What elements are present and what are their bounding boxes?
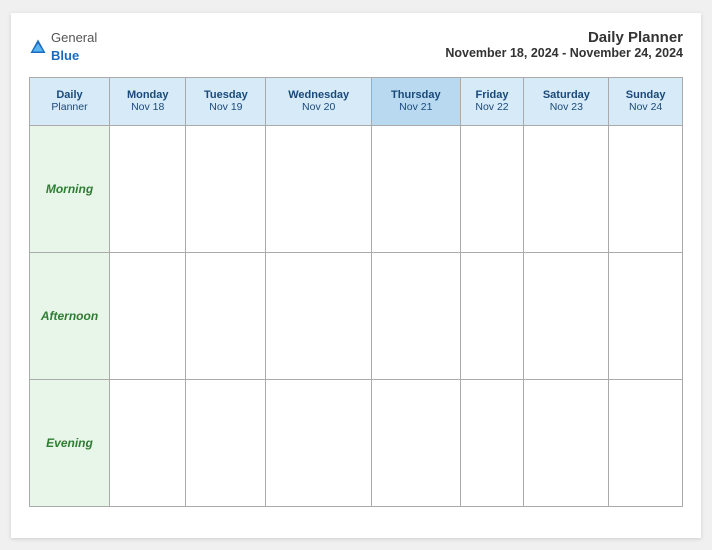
logo-text: General Blue: [51, 29, 97, 65]
morning-tuesday[interactable]: [186, 125, 266, 252]
morning-sunday[interactable]: [609, 125, 683, 252]
col-header-tuesday: Tuesday Nov 19: [186, 77, 266, 125]
evening-sunday[interactable]: [609, 379, 683, 506]
evening-saturday[interactable]: [524, 379, 609, 506]
logo-general: General: [51, 30, 97, 45]
logo-area: General Blue: [29, 29, 97, 65]
generalblue-logo-icon: [29, 38, 47, 56]
afternoon-monday[interactable]: [110, 252, 186, 379]
evening-thursday[interactable]: [372, 379, 460, 506]
col-label-top: Daily: [34, 89, 105, 101]
sunday-label: Sunday: [613, 89, 678, 101]
friday-label: Friday: [465, 89, 520, 101]
afternoon-saturday[interactable]: [524, 252, 609, 379]
col-header-friday: Friday Nov 22: [460, 77, 524, 125]
evening-wednesday[interactable]: [266, 379, 372, 506]
evening-tuesday[interactable]: [186, 379, 266, 506]
morning-friday[interactable]: [460, 125, 524, 252]
afternoon-label-cell: Afternoon: [30, 252, 110, 379]
evening-monday[interactable]: [110, 379, 186, 506]
col-header-monday: Monday Nov 18: [110, 77, 186, 125]
morning-saturday[interactable]: [524, 125, 609, 252]
col-label-bottom: Planner: [34, 101, 105, 113]
afternoon-tuesday[interactable]: [186, 252, 266, 379]
thursday-label: Thursday: [376, 89, 455, 101]
afternoon-thursday[interactable]: [372, 252, 460, 379]
morning-wednesday[interactable]: [266, 125, 372, 252]
wednesday-label: Wednesday: [270, 89, 367, 101]
col-header-saturday: Saturday Nov 23: [524, 77, 609, 125]
sunday-date: Nov 24: [613, 101, 678, 113]
evening-row: Evening: [30, 379, 683, 506]
afternoon-wednesday[interactable]: [266, 252, 372, 379]
morning-monday[interactable]: [110, 125, 186, 252]
header: General Blue Daily Planner November 18, …: [29, 29, 683, 65]
saturday-label: Saturday: [528, 89, 604, 101]
afternoon-row: Afternoon: [30, 252, 683, 379]
tuesday-date: Nov 19: [190, 101, 261, 113]
planner-page: General Blue Daily Planner November 18, …: [11, 13, 701, 538]
friday-date: Nov 22: [465, 101, 520, 113]
col-header-sunday: Sunday Nov 24: [609, 77, 683, 125]
tuesday-label: Tuesday: [190, 89, 261, 101]
title-area: Daily Planner November 18, 2024 - Novemb…: [445, 29, 683, 60]
planner-date-range: November 18, 2024 - November 24, 2024: [445, 46, 683, 60]
morning-label-cell: Morning: [30, 125, 110, 252]
morning-row: Morning: [30, 125, 683, 252]
header-row: Daily Planner Monday Nov 18 Tuesday Nov …: [30, 77, 683, 125]
planner-title: Daily Planner: [445, 29, 683, 46]
afternoon-sunday[interactable]: [609, 252, 683, 379]
col-header-thursday: Thursday Nov 21: [372, 77, 460, 125]
afternoon-friday[interactable]: [460, 252, 524, 379]
monday-date: Nov 18: [114, 101, 181, 113]
evening-label-cell: Evening: [30, 379, 110, 506]
logo-blue: Blue: [51, 48, 79, 63]
evening-friday[interactable]: [460, 379, 524, 506]
col-header-label: Daily Planner: [30, 77, 110, 125]
saturday-date: Nov 23: [528, 101, 604, 113]
wednesday-date: Nov 20: [270, 101, 367, 113]
monday-label: Monday: [114, 89, 181, 101]
thursday-date: Nov 21: [376, 101, 455, 113]
morning-thursday[interactable]: [372, 125, 460, 252]
planner-table: Daily Planner Monday Nov 18 Tuesday Nov …: [29, 77, 683, 507]
col-header-wednesday: Wednesday Nov 20: [266, 77, 372, 125]
